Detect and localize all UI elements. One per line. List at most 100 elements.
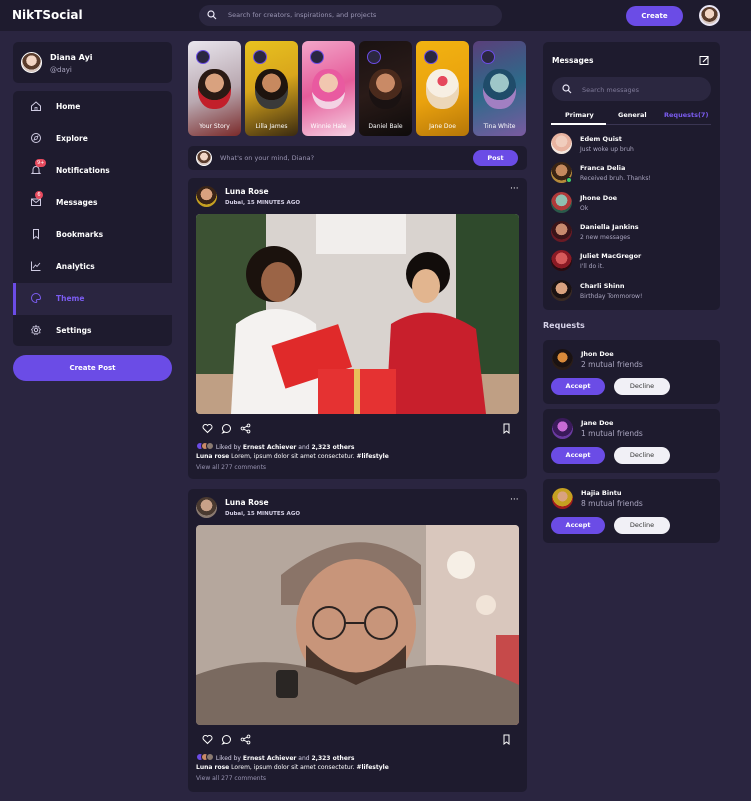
story-image [312, 69, 345, 109]
accept-button[interactable]: Accept [551, 447, 605, 464]
story-card[interactable]: Lilla James [245, 41, 298, 136]
story-card[interactable]: Winnie Hale [302, 41, 355, 136]
avatar[interactable] [196, 186, 217, 207]
post-location: Dubai, 15 MINUTES AGO [225, 200, 301, 206]
message-item[interactable]: Edem Quist Just woke up bruh [551, 133, 711, 159]
search-icon [207, 10, 217, 20]
tab-primary[interactable]: Primary [565, 111, 594, 119]
liked-by-name[interactable]: Ernest Achiever [243, 755, 296, 762]
share-icon[interactable] [240, 423, 251, 434]
palette-icon [31, 292, 42, 304]
request-name[interactable]: Hajia Bintu [581, 489, 621, 497]
sidebar-item-analytics[interactable]: Analytics [13, 251, 172, 283]
bookmark-icon[interactable] [501, 734, 512, 745]
story-avatar [253, 50, 267, 64]
post-image[interactable] [196, 525, 519, 725]
liked-by-name[interactable]: Ernest Achiever [243, 444, 296, 451]
avatar [551, 221, 572, 242]
message-item[interactable]: Daniella Jankins 2 new messages [551, 221, 711, 247]
post-image[interactable] [196, 214, 519, 414]
tab-requests[interactable]: Requests(7) [664, 111, 708, 119]
sidebar-item-settings[interactable]: Settings [13, 315, 172, 346]
message-preview: I'll do it. [580, 263, 604, 270]
request-name[interactable]: Jane Doe [581, 419, 613, 427]
story-name: Your Story [199, 123, 230, 130]
avatar [206, 753, 214, 761]
message-item[interactable]: Franca Delia Received bruh. Thanks! [551, 162, 711, 188]
share-icon[interactable] [240, 734, 251, 745]
post-author[interactable]: Luna Rose [225, 498, 269, 507]
heart-icon[interactable] [202, 734, 213, 745]
compose-input[interactable]: What's on your mind, Diana? [220, 154, 314, 162]
heart-icon[interactable] [202, 423, 213, 434]
story-name: Daniel Bale [368, 123, 403, 130]
create-post-button[interactable]: Create Post [13, 355, 172, 381]
request-mutual: 1 mutual friends [581, 429, 643, 438]
decline-button[interactable]: Decline [614, 447, 670, 464]
post-caption: Luna rose Lorem, ipsum dolor sit amet co… [196, 453, 389, 460]
story-name: Winnie Hale [310, 123, 347, 130]
sidebar-item-theme[interactable]: Theme [13, 283, 172, 315]
story-card[interactable]: Tina White [473, 41, 526, 136]
message-item[interactable]: Jhone Doe Ok [551, 192, 711, 218]
view-comments-link[interactable]: View all 277 comments [196, 464, 266, 471]
sidebar-item-bookmarks[interactable]: Bookmarks [13, 219, 172, 251]
story-card[interactable]: Daniel Bale [359, 41, 412, 136]
tab-general[interactable]: General [618, 111, 647, 119]
comment-icon[interactable] [221, 423, 232, 434]
more-options-icon[interactable]: ··· [510, 184, 519, 194]
sidebar-item-notifications[interactable]: 9+ Notifications [13, 155, 172, 187]
liked-by-others[interactable]: 2,323 others [312, 444, 355, 451]
caption-user[interactable]: Luna rose [196, 764, 229, 771]
sidebar-item-messages[interactable]: 6 Messages [13, 187, 172, 219]
caption-tag[interactable]: #lifestyle [356, 453, 388, 460]
online-indicator [566, 177, 572, 183]
post-author[interactable]: Luna Rose [225, 187, 269, 196]
profile-name: Diana Ayi [50, 53, 93, 62]
search-input[interactable]: Search for creators, inspirations, and p… [228, 11, 376, 19]
accept-button[interactable]: Accept [551, 378, 605, 395]
comment-icon[interactable] [221, 734, 232, 745]
avatar[interactable] [552, 488, 573, 509]
search-icon [562, 84, 572, 94]
post-caption: Luna rose Lorem, ipsum dolor sit amet co… [196, 764, 389, 771]
avatar[interactable] [699, 5, 720, 26]
compass-icon [31, 133, 41, 143]
story-card[interactable]: Your Story [188, 41, 241, 136]
message-sender: Edem Quist [580, 135, 622, 143]
request-mutual: 8 mutual friends [581, 499, 643, 508]
bookmark-icon[interactable] [501, 423, 512, 434]
request-name[interactable]: Jhon Doe [581, 350, 614, 358]
caption-tag[interactable]: #lifestyle [356, 764, 388, 771]
post-button[interactable]: Post [473, 150, 518, 166]
accept-button[interactable]: Accept [551, 517, 605, 534]
sidebar-item-label: Notifications [56, 166, 110, 175]
app-logo[interactable]: NikTSocial [12, 8, 83, 22]
create-button[interactable]: Create [626, 6, 683, 26]
caption-user[interactable]: Luna rose [196, 453, 229, 460]
caption-text: Lorem, ipsum dolor sit amet consectetur. [231, 764, 355, 771]
feed-post: Luna Rose Dubai, 15 MINUTES AGO ··· Like… [188, 489, 527, 792]
friend-request-card: Jane Doe 1 mutual friends Accept Decline [543, 409, 720, 473]
message-item[interactable]: Juliet MacGregor I'll do it. [551, 250, 711, 276]
story-card[interactable]: Jane Doe [416, 41, 469, 136]
view-comments-link[interactable]: View all 277 comments [196, 775, 266, 782]
message-item[interactable]: Charli Shinn Birthday Tommorow! [551, 280, 711, 306]
decline-button[interactable]: Decline [614, 517, 670, 534]
decline-button[interactable]: Decline [614, 378, 670, 395]
avatar[interactable] [196, 497, 217, 518]
message-search-input[interactable]: Search messages [582, 86, 639, 94]
avatar[interactable] [552, 349, 573, 370]
message-search[interactable]: Search messages [552, 77, 711, 101]
profile-card[interactable]: Diana Ayi @dayi [13, 42, 172, 83]
sidebar-item-explore[interactable]: Explore [13, 123, 172, 155]
home-icon [31, 101, 41, 111]
search-bar[interactable]: Search for creators, inspirations, and p… [199, 5, 502, 26]
more-options-icon[interactable]: ··· [510, 495, 519, 505]
avatar [551, 250, 572, 271]
edit-icon[interactable] [699, 55, 710, 66]
message-sender: Daniella Jankins [580, 223, 639, 231]
avatar[interactable] [552, 418, 573, 439]
sidebar-item-home[interactable]: Home [13, 91, 172, 123]
liked-by-others[interactable]: 2,323 others [312, 755, 355, 762]
